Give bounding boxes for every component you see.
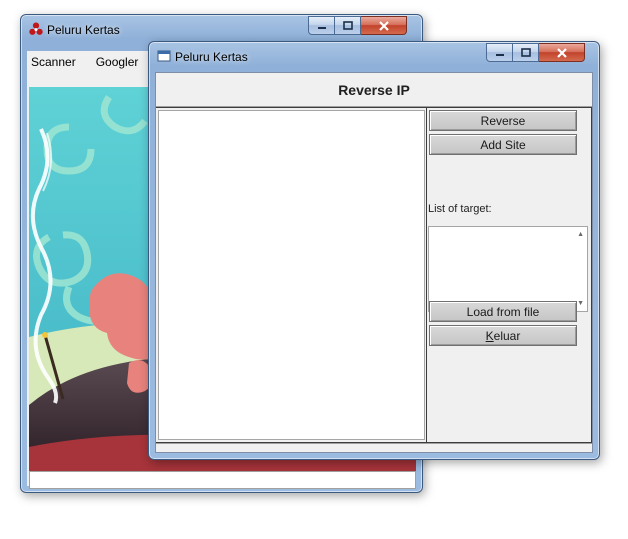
keluar-label: eluar: [493, 328, 521, 343]
page-title: Reverse IP: [338, 81, 410, 98]
status-bar: [29, 471, 416, 489]
back-window-title: Peluru Kertas: [47, 23, 120, 37]
list-of-target-label: List of target:: [428, 203, 492, 215]
minimize-icon: [317, 26, 326, 29]
keluar-button[interactable]: Keluar: [429, 325, 577, 346]
minimize-icon: [495, 53, 504, 56]
minimize-button[interactable]: [308, 16, 335, 35]
menu-scanner[interactable]: Scanner: [27, 51, 80, 73]
front-window-titlebar[interactable]: Peluru Kertas: [149, 42, 599, 70]
bottom-strip: [156, 443, 592, 455]
header-bar: Reverse IP: [156, 73, 592, 107]
result-textarea[interactable]: [158, 110, 425, 440]
close-icon: [378, 20, 389, 31]
load-from-file-button[interactable]: Load from file: [429, 301, 577, 322]
maximize-button[interactable]: [335, 16, 361, 35]
app-logo-icon: [29, 22, 43, 35]
front-window-caption-buttons: [486, 43, 585, 62]
target-list-scrollbar[interactable]: ▲ ▼: [572, 227, 587, 311]
close-button[interactable]: [539, 43, 585, 62]
menu-googler[interactable]: Googler: [92, 51, 143, 73]
maximize-icon: [520, 48, 531, 57]
back-window-titlebar[interactable]: Peluru Kertas: [21, 15, 422, 43]
keluar-mnemonic: K: [485, 328, 494, 343]
target-list[interactable]: ▲ ▼: [428, 226, 588, 312]
front-window-title: Peluru Kertas: [175, 50, 248, 64]
minimize-button[interactable]: [486, 43, 513, 62]
content-frame: Reverse Add Site List of target: ▲ ▼ Loa…: [156, 107, 592, 443]
maximize-icon: [342, 21, 353, 30]
reverse-ip-window[interactable]: Peluru Kertas Reverse IP Reverse Add Sit…: [148, 41, 600, 460]
scroll-down-icon[interactable]: ▼: [577, 300, 584, 307]
reverse-ip-client: Reverse IP Reverse Add Site List of targ…: [155, 72, 593, 453]
reverse-button[interactable]: Reverse: [429, 110, 577, 131]
window-app-icon: [157, 50, 171, 62]
add-site-button[interactable]: Add Site: [429, 134, 577, 155]
maximize-button[interactable]: [513, 43, 539, 62]
close-button[interactable]: [361, 16, 407, 35]
back-window-caption-buttons: [308, 16, 407, 35]
panel-divider: [426, 108, 427, 443]
scroll-up-icon[interactable]: ▲: [577, 231, 584, 238]
close-icon: [556, 47, 567, 58]
